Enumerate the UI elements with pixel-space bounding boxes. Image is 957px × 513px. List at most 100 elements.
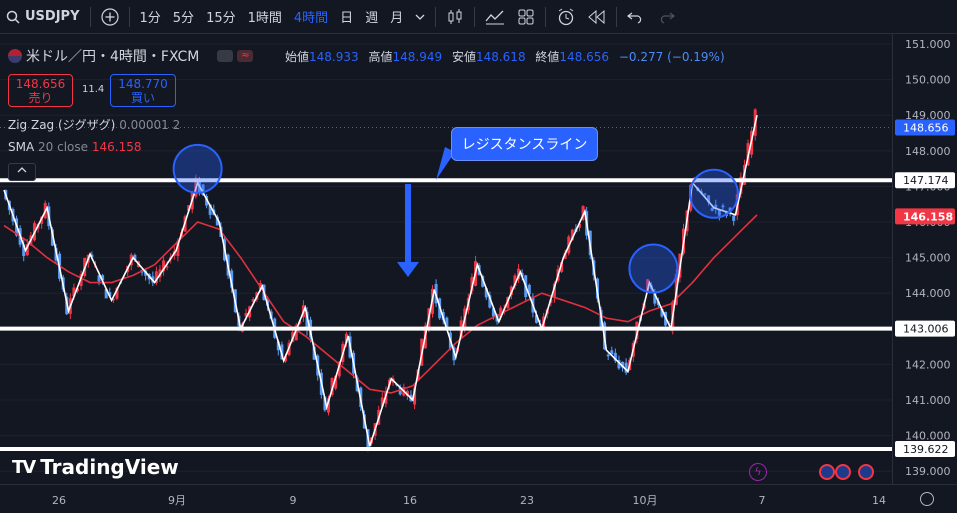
low-label: 安値 bbox=[451, 50, 476, 64]
price-tick-label: 142.000 bbox=[905, 358, 951, 371]
time-tick-label: 26 bbox=[52, 494, 66, 507]
flag-icon bbox=[8, 49, 22, 63]
zigzag-indicator-legend[interactable]: Zig Zag (ジグザグ) 0.00001 2 bbox=[8, 116, 180, 133]
watermark-text: TradingView bbox=[40, 455, 179, 479]
lightning-event-icon[interactable]: ϟ bbox=[749, 463, 767, 481]
price-tag-text: 147.174 bbox=[903, 174, 949, 187]
divider bbox=[545, 6, 547, 27]
interval-4h[interactable]: 4時間 bbox=[288, 0, 334, 34]
settings-icon[interactable] bbox=[920, 492, 934, 506]
high-label: 高値 bbox=[368, 50, 393, 64]
time-tick-label: 14 bbox=[872, 494, 886, 507]
candle-body bbox=[606, 354, 610, 357]
symbol-search-button[interactable]: USDJPY bbox=[0, 0, 86, 34]
time-tick-label: 9 bbox=[290, 494, 297, 507]
sma-params: 20 close bbox=[38, 140, 89, 154]
alarm-clock-icon bbox=[558, 8, 574, 25]
price-tick-label: 148.000 bbox=[905, 145, 951, 158]
spread-value: 11.4 bbox=[82, 84, 105, 95]
tradingview-logo-icon: TV bbox=[12, 456, 36, 478]
sell-button[interactable]: 148.656 売り bbox=[8, 74, 73, 107]
arrow-head bbox=[397, 262, 419, 277]
replay-button[interactable] bbox=[582, 0, 612, 34]
interval-1d[interactable]: 日 bbox=[334, 0, 359, 34]
price-tick-label: 144.000 bbox=[905, 287, 951, 300]
divider bbox=[435, 6, 437, 27]
candle-body bbox=[732, 215, 736, 221]
price-tag-text: 143.006 bbox=[903, 323, 949, 336]
time-tick-label: 7 bbox=[759, 494, 766, 507]
undo-icon bbox=[627, 12, 642, 24]
divider bbox=[128, 6, 130, 27]
collapse-legend-button[interactable] bbox=[8, 163, 36, 181]
wave-icon: ≈ bbox=[237, 50, 254, 62]
sma-name: SMA bbox=[8, 140, 35, 154]
symbol-description: 米ドル／円・4時間・FXCM bbox=[26, 49, 200, 65]
arrow-shaft bbox=[405, 184, 411, 264]
interval-1mo[interactable]: 月 bbox=[384, 0, 409, 34]
price-tag-text: 148.656 bbox=[903, 121, 949, 134]
price-tick-label: 145.000 bbox=[905, 252, 951, 265]
plus-circle-icon bbox=[100, 7, 119, 26]
buy-label: 買い bbox=[130, 91, 155, 105]
price-axis[interactable]: 151.000150.000149.000148.000147.000146.0… bbox=[892, 34, 957, 484]
highlight-circle bbox=[688, 168, 739, 219]
redo-icon bbox=[661, 12, 676, 24]
alert-button[interactable] bbox=[550, 0, 582, 34]
sma-value: 146.158 bbox=[91, 140, 142, 154]
divider bbox=[474, 6, 476, 27]
high-value: 148.949 bbox=[392, 50, 443, 64]
interval-1w[interactable]: 週 bbox=[359, 0, 384, 34]
interval-1m[interactable]: 1分 bbox=[134, 0, 167, 34]
price-tick-label: 141.000 bbox=[905, 394, 951, 407]
chart-legend-title[interactable]: 米ドル／円・4時間・FXCM ≈ bbox=[8, 46, 254, 66]
time-axis[interactable]: 26 9月 9 16 23 10月 7 14 bbox=[0, 484, 957, 513]
candles-icon bbox=[448, 8, 462, 24]
layouts-button[interactable] bbox=[511, 0, 541, 34]
time-tick-label: 16 bbox=[403, 494, 417, 507]
us-event-flag-icon[interactable] bbox=[835, 464, 851, 480]
ohlc-values: 始値148.933 高値148.949 安値148.618 終値148.656 … bbox=[285, 48, 725, 65]
time-axis-labels: 26 9月 9 16 23 10月 7 14 bbox=[52, 494, 886, 507]
highlight-circle bbox=[628, 243, 679, 294]
highlight-circle bbox=[172, 143, 223, 194]
zigzag-name: Zig Zag (ジグザグ) bbox=[8, 118, 116, 132]
interval-15m[interactable]: 15分 bbox=[200, 0, 242, 34]
price-tick-label: 151.000 bbox=[905, 38, 951, 51]
interval-5m[interactable]: 5分 bbox=[167, 0, 200, 34]
indicators-icon bbox=[485, 10, 505, 24]
time-tick-label: 10月 bbox=[633, 494, 658, 507]
sell-price: 148.656 bbox=[15, 77, 66, 91]
chart-type-button[interactable] bbox=[440, 0, 470, 34]
interval-1h[interactable]: 1時間 bbox=[242, 0, 288, 34]
zigzag-params: 0.00001 2 bbox=[119, 118, 181, 132]
grid-icon bbox=[518, 9, 534, 24]
compare-symbol-button[interactable] bbox=[95, 0, 125, 34]
sma-indicator-legend[interactable]: SMA 20 close 146.158 bbox=[8, 140, 141, 154]
redo-button[interactable] bbox=[651, 0, 681, 34]
buy-button[interactable]: 148.770 買い bbox=[110, 74, 176, 107]
divider bbox=[616, 6, 618, 27]
price-tick-label: 140.000 bbox=[905, 430, 951, 443]
price-tag-text: 139.622 bbox=[903, 443, 949, 456]
indicators-button[interactable] bbox=[479, 0, 511, 34]
symbol-label: USDJPY bbox=[25, 9, 80, 24]
sell-label: 売り bbox=[28, 91, 53, 105]
undo-button[interactable] bbox=[621, 0, 651, 34]
buy-price: 148.770 bbox=[118, 77, 168, 91]
resistance-callout[interactable]: レジスタンスライン bbox=[451, 127, 598, 161]
us-event-flag-icon[interactable] bbox=[819, 464, 835, 480]
tradingview-watermark: TV TradingView bbox=[12, 455, 179, 479]
interval-dropdown[interactable] bbox=[409, 0, 431, 34]
open-label: 始値 bbox=[285, 50, 310, 64]
chevron-down-icon bbox=[415, 14, 425, 20]
price-axis-labels: 151.000150.000149.000148.000147.000146.0… bbox=[895, 38, 955, 478]
chevron-up-icon bbox=[17, 167, 27, 173]
us-event-flag-icon[interactable] bbox=[858, 464, 874, 480]
time-tick-label: 9月 bbox=[168, 494, 186, 507]
close-label: 終値 bbox=[535, 50, 560, 64]
low-value: 148.618 bbox=[475, 50, 526, 64]
rewind-icon bbox=[588, 9, 605, 24]
close-value: 148.656 bbox=[559, 50, 610, 64]
change-value: −0.277 (−0.19%) bbox=[618, 50, 725, 64]
